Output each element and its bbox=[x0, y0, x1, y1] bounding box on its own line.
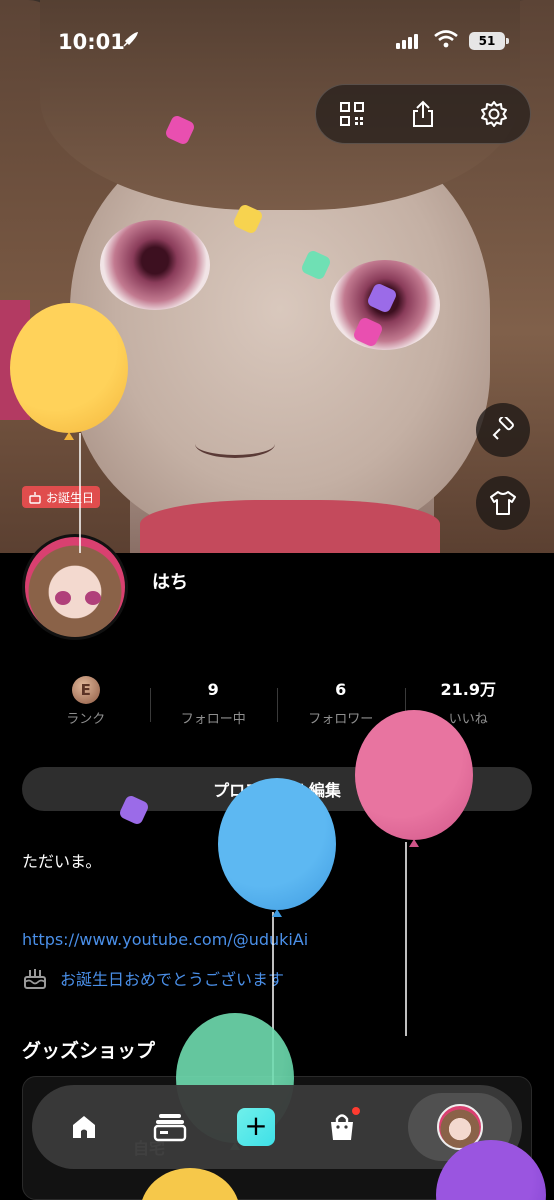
balloon-pink bbox=[355, 710, 473, 847]
bio-text: ただいま。 bbox=[22, 852, 102, 871]
home-icon bbox=[73, 1116, 95, 1138]
share-icon bbox=[412, 100, 433, 127]
stat-value: 9 bbox=[207, 680, 219, 699]
tab-feed[interactable] bbox=[150, 1107, 190, 1147]
outfit-button[interactable] bbox=[476, 476, 530, 530]
status-time: 10:01 bbox=[58, 30, 125, 54]
birthday-message: お誕生日おめでとうございます bbox=[22, 966, 284, 990]
cake-icon bbox=[29, 492, 41, 504]
signal-icon bbox=[396, 34, 418, 49]
stat-following[interactable]: 9 フォロー中 bbox=[149, 676, 278, 736]
profile-link[interactable]: https://www.youtube.com/@udukiAi bbox=[22, 930, 308, 949]
shirt-icon bbox=[490, 491, 516, 515]
stat-value: 6 bbox=[335, 680, 347, 699]
inbox-icon bbox=[153, 1114, 187, 1142]
balloon-yellow bbox=[10, 303, 128, 440]
battery-icon: 51 bbox=[469, 32, 509, 50]
goods-shop-title: グッズショップ bbox=[22, 1040, 156, 1062]
notification-dot bbox=[352, 1107, 360, 1115]
avatar[interactable] bbox=[22, 534, 128, 640]
status-bar: 10:01 51 bbox=[0, 0, 554, 84]
shopping-bag-icon bbox=[331, 1114, 353, 1140]
rocket-icon bbox=[120, 30, 140, 55]
birthday-tag: お誕生日 bbox=[22, 486, 101, 508]
balloon-string bbox=[79, 433, 81, 553]
qr-code-button[interactable] bbox=[332, 94, 372, 134]
paint-roller-icon bbox=[492, 417, 514, 440]
username: はち bbox=[152, 572, 188, 593]
top-actions-bar bbox=[315, 84, 531, 144]
tab-home[interactable] bbox=[64, 1107, 104, 1147]
profile-stats: E ランク 9 フォロー中 6 フォロワー 21.9万 いいね bbox=[22, 676, 532, 736]
tab-create[interactable]: + bbox=[236, 1107, 276, 1147]
rank-badge: E bbox=[71, 676, 100, 704]
customize-background-button[interactable] bbox=[476, 403, 530, 457]
stat-value: 21.9万 bbox=[440, 680, 496, 699]
cake-icon bbox=[24, 969, 46, 989]
birthday-message-text: お誕生日おめでとうございます bbox=[60, 970, 285, 989]
stat-label: フォロー中 bbox=[180, 712, 246, 727]
gear-icon bbox=[481, 101, 508, 127]
tab-shop[interactable] bbox=[322, 1107, 362, 1147]
balloon-blue bbox=[218, 778, 336, 917]
bottom-tab-bar: + bbox=[32, 1085, 522, 1169]
balloon-string bbox=[405, 842, 407, 1036]
stat-rank[interactable]: E ランク bbox=[22, 676, 150, 736]
birthday-tag-label: お誕生日 bbox=[46, 490, 95, 505]
wifi-icon bbox=[433, 29, 459, 53]
plus-icon: + bbox=[237, 1108, 275, 1146]
qr-code-icon bbox=[339, 102, 364, 126]
stat-label: ランク bbox=[66, 712, 106, 727]
share-button[interactable] bbox=[403, 94, 443, 134]
settings-button[interactable] bbox=[474, 94, 514, 134]
